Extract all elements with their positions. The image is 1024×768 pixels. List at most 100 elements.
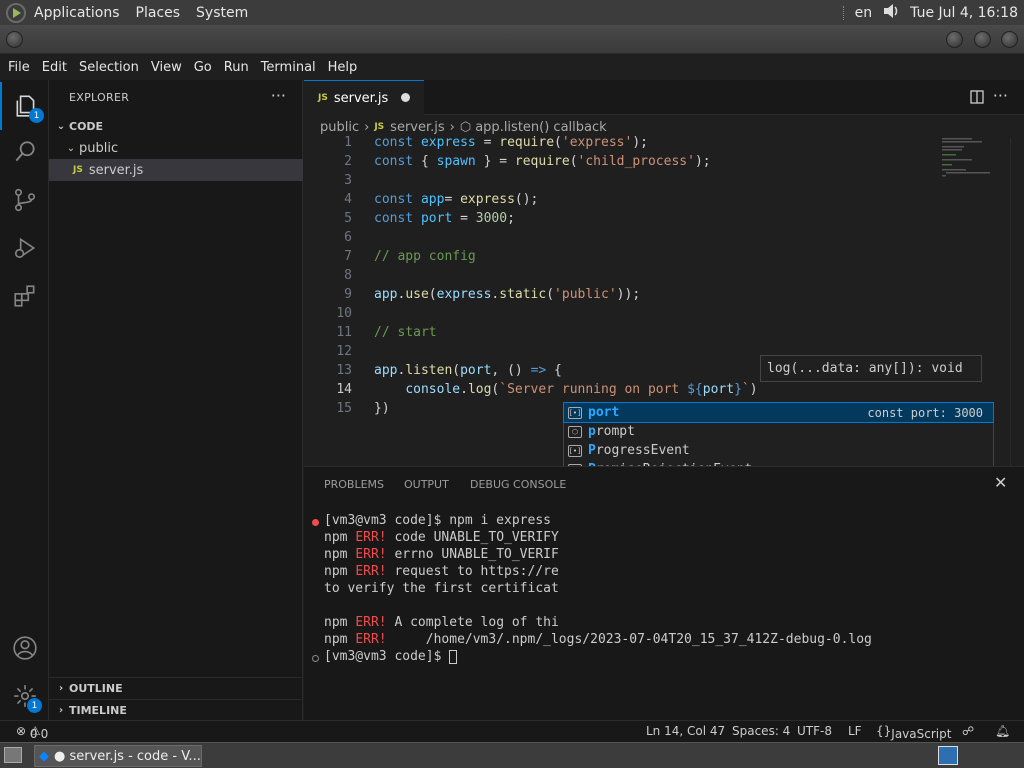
unsaved-dot-icon[interactable]	[401, 93, 410, 102]
editor-scrollbar[interactable]	[1010, 138, 1024, 466]
symbol-variable-icon: [•]	[568, 444, 582, 457]
code-line-4: const app= express();	[374, 192, 539, 207]
terminal-line: to verify the first certificat	[324, 581, 559, 596]
terminal-line: npm ERR! /home/vm3/.npm/_logs/2023-07-04…	[324, 632, 872, 647]
chevron-down-icon: ⌄	[66, 142, 76, 154]
system-menu[interactable]: System	[196, 5, 248, 21]
outline-section[interactable]: › OUTLINE	[49, 677, 303, 699]
suggest-item[interactable]: [•] port const port: 3000	[563, 402, 994, 423]
line-number: 4	[344, 192, 352, 207]
error-decoration-icon[interactable]	[312, 519, 319, 526]
sidebar-title: EXPLORER	[69, 91, 130, 104]
extensions-icon	[13, 285, 34, 307]
split-editor-icon[interactable]	[970, 89, 984, 108]
close-panel-icon[interactable]: ✕	[994, 473, 1007, 492]
code-line-15: })	[374, 401, 390, 416]
show-desktop-icon[interactable]	[4, 747, 22, 763]
source-control-activity[interactable]	[0, 176, 49, 224]
line-number: 11	[336, 325, 352, 340]
tab-output[interactable]: OUTPUT	[404, 478, 449, 491]
accounts-activity[interactable]	[0, 624, 49, 672]
js-file-icon: JS	[318, 93, 328, 103]
code-line-9: app.use(express.static('public'));	[374, 287, 641, 302]
volume-icon[interactable]	[882, 2, 900, 24]
menu-help[interactable]: Help	[322, 60, 364, 75]
menu-selection[interactable]: Selection	[73, 60, 145, 75]
maximize-button[interactable]	[974, 31, 991, 48]
window-titlebar[interactable]	[0, 25, 1024, 54]
search-activity[interactable]	[0, 128, 49, 176]
tab-server-js[interactable]: JS server.js	[304, 80, 424, 115]
menu-view[interactable]: View	[145, 60, 188, 75]
minimize-button[interactable]	[946, 31, 963, 48]
bell-icon[interactable]: 🔔︎	[995, 724, 1010, 738]
close-window-button[interactable]	[1001, 31, 1018, 48]
line-number: 6	[344, 230, 352, 245]
language-mode[interactable]: {} JavaScript	[876, 724, 951, 741]
symbol-method-icon: ⬡	[568, 425, 582, 438]
applications-menu[interactable]: Applications	[34, 5, 120, 21]
workspace-switcher[interactable]	[938, 746, 958, 765]
run-debug-activity[interactable]	[0, 224, 49, 272]
line-ending[interactable]: LF	[848, 724, 862, 738]
menu-run[interactable]: Run	[218, 60, 255, 75]
file-row-server-js[interactable]: JS server.js	[49, 159, 303, 181]
extensions-activity[interactable]	[0, 272, 49, 320]
chevron-right-icon: ›	[449, 119, 455, 135]
terminal-line: [vm3@vm3 code]$	[324, 649, 458, 664]
tab-problems[interactable]: PROBLEMS	[324, 478, 384, 491]
menu-file[interactable]: File	[0, 60, 36, 75]
indentation[interactable]: Spaces: 4	[732, 724, 790, 738]
menu-go[interactable]: Go	[188, 60, 218, 75]
line-number: 9	[344, 287, 352, 302]
timeline-section[interactable]: › TIMELINE	[49, 699, 303, 721]
tab-debug-console[interactable]: DEBUG CONSOLE	[470, 478, 566, 491]
terminal-cursor	[449, 649, 458, 664]
menu-edit[interactable]: Edit	[36, 60, 73, 75]
code-line-1: const express = require('express');	[374, 135, 648, 150]
command-decoration-icon[interactable]	[312, 655, 319, 662]
folder-row-public[interactable]: ⌄ public	[49, 137, 303, 159]
suggest-item[interactable]: [•] ProgressEvent	[564, 441, 993, 460]
suggest-label: ProgressEvent	[588, 443, 690, 458]
places-menu[interactable]: Places	[136, 5, 181, 21]
chevron-right-icon: ›	[364, 119, 370, 135]
root-folder-row[interactable]: ⌄ CODE	[49, 115, 303, 137]
code-line-14: console.log(`Server running on port ${po…	[405, 382, 758, 397]
js-file-icon: JS	[73, 165, 83, 175]
signature-text: log(...data: any[]): void	[767, 361, 963, 376]
suggest-detail: const port: 3000	[867, 405, 983, 420]
breadcrumb-file[interactable]: server.js	[390, 120, 444, 135]
clock[interactable]: Tue Jul 4, 16:18	[910, 5, 1018, 21]
breadcrumb-symbol[interactable]: app.listen() callback	[475, 120, 606, 135]
bottom-panel: PROBLEMS OUTPUT DEBUG CONSOLE ✕ [vm3@vm3…	[304, 466, 1024, 720]
code-line-13: app.listen(port, () => {	[374, 363, 562, 378]
line-number: 10	[336, 306, 352, 321]
window-menu-button[interactable]	[6, 31, 23, 48]
line-number: 5	[344, 211, 352, 226]
sidebar-more-actions[interactable]: ···	[271, 86, 286, 105]
run-debug-icon	[14, 237, 35, 259]
line-number: 15	[336, 401, 352, 416]
vscode-icon: ◆	[39, 748, 49, 764]
gnome-top-panel: Applications Places System en Tue Jul 4,…	[0, 0, 1024, 25]
encoding[interactable]: UTF-8	[797, 724, 832, 738]
taskbar-window-label: ● server.js - code - V...	[54, 748, 201, 764]
tab-label: server.js	[333, 90, 389, 106]
editor-more-actions[interactable]: ···	[993, 86, 1008, 105]
feedback-icon[interactable]: ☍	[962, 724, 974, 738]
manage-activity[interactable]: 1	[0, 672, 49, 720]
menu-terminal[interactable]: Terminal	[255, 60, 322, 75]
keyboard-layout[interactable]: en	[855, 5, 873, 21]
panel-separator	[842, 5, 845, 20]
taskbar-window-button[interactable]: ◆ ● server.js - code - V...	[34, 745, 202, 767]
distro-logo-icon[interactable]	[6, 2, 26, 23]
breadcrumb-folder[interactable]: public	[320, 120, 359, 135]
problems-status[interactable]: ⊗ 0 ⚠ 0	[16, 724, 48, 741]
code-line-5: const port = 3000;	[374, 211, 515, 226]
explorer-activity[interactable]: 1	[0, 82, 49, 130]
minimap[interactable]	[940, 138, 1010, 198]
suggest-item[interactable]: ⬡ prompt	[564, 422, 993, 441]
cursor-position[interactable]: Ln 14, Col 47	[646, 724, 725, 738]
js-file-icon: JS	[374, 122, 385, 132]
